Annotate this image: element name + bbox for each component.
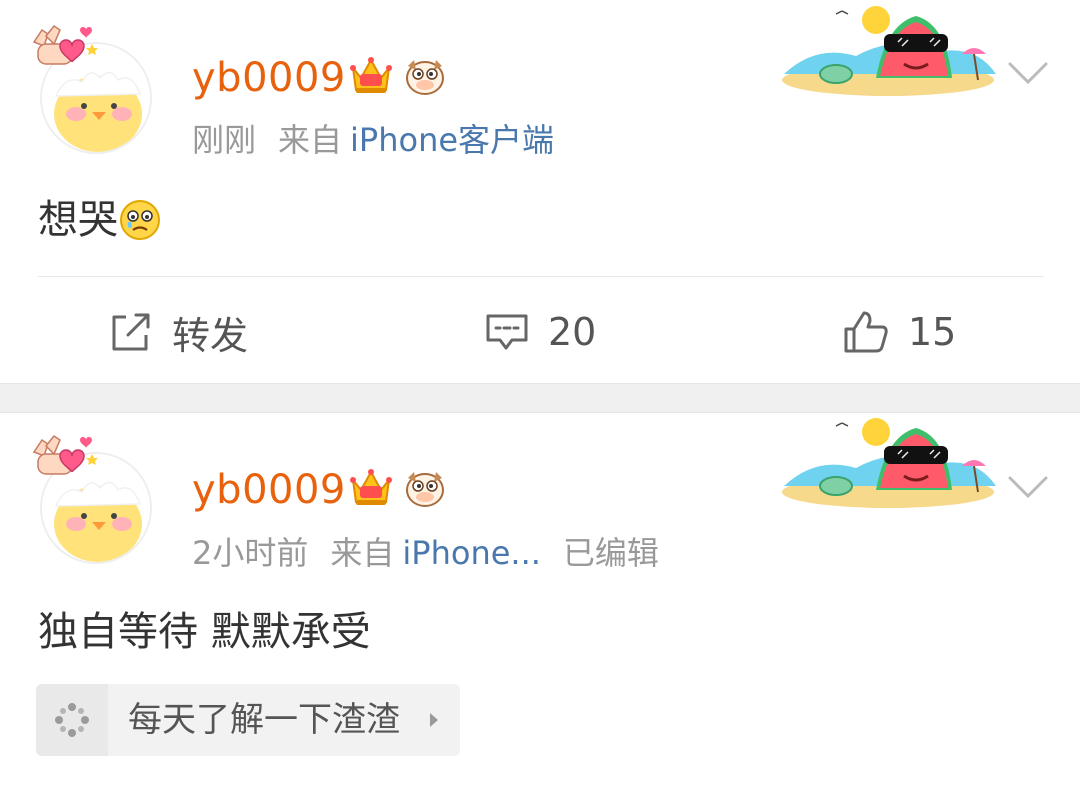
cow-face-badge-icon[interactable] (402, 52, 448, 98)
post-separator (0, 383, 1080, 413)
arrow-right-icon (430, 713, 438, 727)
post-meta: 2小时前 来自 iPhone... 已编辑 (192, 537, 681, 569)
edited-label[interactable]: 已编辑 (563, 534, 659, 572)
crown-badge-icon[interactable] (348, 464, 394, 510)
username[interactable]: yb0009 (192, 58, 346, 98)
topic-icon-box (36, 684, 108, 756)
source-link[interactable]: iPhone... (402, 534, 541, 572)
avatar-with-pendant[interactable] (28, 434, 158, 564)
repost-button[interactable]: 转发 (108, 306, 248, 358)
post-meta: 刚刚 来自 iPhone客户端 (192, 124, 576, 156)
crown-badge-icon[interactable] (348, 52, 394, 98)
avatar-with-pendant[interactable] (28, 24, 158, 154)
source-prefix: 来自 (330, 534, 395, 572)
chevron-down-icon[interactable] (1006, 474, 1050, 500)
crying-face-emoji-icon (120, 200, 160, 240)
username[interactable]: yb0009 (192, 470, 346, 510)
like-count: 15 (908, 310, 957, 354)
comment-count: 20 (548, 310, 597, 354)
post-text: 独自等待 默默承受 (38, 609, 371, 655)
heart-hand-pendant-icon (32, 434, 98, 475)
heart-hand-pendant-icon (32, 24, 98, 65)
comment-button[interactable]: 20 (484, 306, 596, 358)
chevron-down-icon[interactable] (1006, 60, 1050, 86)
like-button[interactable]: 15 (842, 306, 956, 358)
thumbs-up-icon (844, 311, 888, 353)
watermelon-beach-card-decoration (782, 6, 996, 96)
cow-face-badge-icon[interactable] (402, 464, 448, 510)
comment-icon (486, 314, 528, 350)
post-time: 2小时前 (192, 534, 309, 572)
watermelon-beach-card-decoration (782, 418, 996, 508)
topic-sparkle-icon (55, 703, 89, 737)
source-link[interactable]: iPhone客户端 (350, 121, 554, 159)
repost-icon (112, 313, 150, 351)
repost-label: 转发 (172, 313, 249, 358)
post-text: 想哭 (38, 198, 162, 242)
topic-label: 每天了解一下渣渣 (128, 700, 400, 740)
divider (38, 276, 1044, 277)
post-text-body: 想哭 (38, 197, 118, 243)
source-prefix: 来自 (278, 121, 343, 159)
post-time: 刚刚 (192, 121, 257, 159)
topic-link[interactable]: 每天了解一下渣渣 (36, 684, 460, 756)
